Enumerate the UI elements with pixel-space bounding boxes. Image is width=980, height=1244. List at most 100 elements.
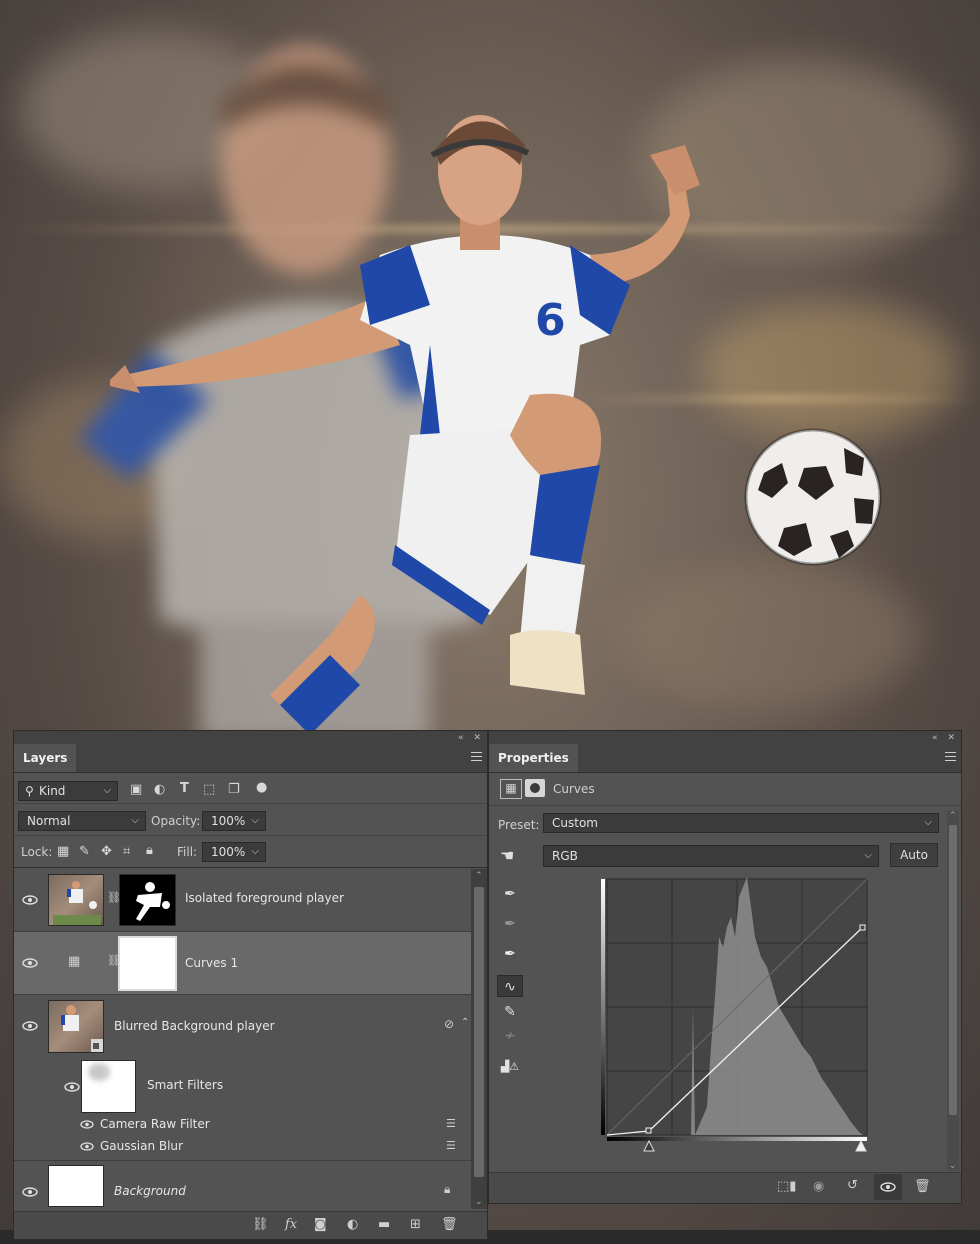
type-layer-filter-icon[interactable]: T [180,781,189,796]
kind-filter-label: Kind [39,784,66,798]
collapse-icon[interactable]: « [458,733,464,743]
trash-icon[interactable]: 🗑︎ [914,1179,931,1194]
lock-transparent-pixels-icon[interactable]: ▦ [57,844,69,859]
lock-all-icon[interactable]: 🔒︎ [146,843,153,858]
chevron-down-icon: ⌵ [924,817,932,828]
layer-mask-thumbnail[interactable] [118,936,177,991]
smooth-curve-icon[interactable]: ≁ [497,1025,523,1047]
scroll-up-icon[interactable]: ⌃ [475,871,483,881]
adjustment-title: Curves [553,782,595,796]
fx-icon[interactable]: fx [285,1217,297,1232]
on-image-adjustment-icon[interactable]: ☚ [500,846,514,865]
panel-menu-icon[interactable] [945,752,956,764]
panel-menu-icon[interactable] [471,752,482,764]
auto-button[interactable]: Auto [890,843,938,867]
scroll-down-icon[interactable]: ⌄ [949,1161,957,1171]
sample-black-point-icon[interactable]: ✒ [497,883,523,905]
layer-name: Gaussian Blur [100,1139,183,1153]
layer-thumbnail [48,874,104,926]
scroll-up-icon[interactable]: ⌃ [949,811,957,821]
tab-layers[interactable]: Layers [14,744,77,772]
layers-scrollbar[interactable]: ⌃ ⌄ [471,869,487,1209]
close-icon[interactable]: ✕ [947,733,955,743]
mask-icon[interactable] [525,779,545,797]
channel-select[interactable]: RGB ⌵ [543,845,879,867]
layers-tab-row: Layers [14,744,487,773]
adjustment-header: ▦ Curves [489,773,961,806]
eye-icon[interactable] [80,1120,96,1130]
lock-image-pixels-icon[interactable]: ✎ [79,844,90,859]
sample-white-point-icon[interactable]: ✒ [497,943,523,965]
sample-gray-point-icon[interactable]: ✒ [497,913,523,935]
layer-name: Blurred Background player [114,1019,275,1033]
smart-filter-options-icon[interactable]: ⊘ [444,1017,454,1031]
close-icon[interactable]: ✕ [473,733,481,743]
properties-tab-row: Properties [489,744,961,773]
opacity-label: Opacity: [151,814,201,828]
pixel-layer-filter-icon[interactable]: ▣ [130,782,142,797]
eye-icon[interactable] [22,1187,38,1197]
new-layer-icon[interactable]: ⊞ [410,1217,421,1232]
chevron-down-icon: ⌵ [103,785,111,796]
pencil-icon[interactable]: ✎ [497,1001,523,1023]
preset-label: Preset: [498,818,540,832]
filter-blending-options-icon[interactable]: ☰ [446,1139,456,1152]
curves-adjustment-icon[interactable]: ▦ [500,779,522,799]
filter-toggle-icon[interactable]: ● [256,780,267,795]
lock-position-icon[interactable]: ✥ [101,844,112,859]
view-previous-state-icon[interactable]: ◉ [813,1179,824,1194]
properties-panel: « ✕ Properties ▦ Curves Preset: Custom ⌵… [488,730,962,1204]
scrollbar-thumb[interactable] [949,825,957,1115]
opacity-field[interactable]: 100% ⌵ [202,811,266,831]
layer-row[interactable]: Background 🔒︎ [14,1161,471,1209]
preset-select[interactable]: Custom ⌵ [543,813,939,833]
chevron-down-icon: ⌵ [251,815,259,826]
properties-scrollbar[interactable]: ⌃ ⌄ [947,811,959,1171]
smart-filters-row[interactable]: Smart Filters [14,1058,471,1114]
curves-graph[interactable] [601,877,871,1157]
lock-row: Lock: ▦ ✎ ✥ ⌗ 🔒︎ Fill: 100% ⌵ [14,837,487,868]
smart-object-filter-icon[interactable]: ❐ [228,782,240,797]
collapse-icon[interactable]: « [932,733,938,743]
eye-icon[interactable] [80,1142,96,1152]
scrollbar-thumb[interactable] [474,887,484,1177]
reset-icon[interactable]: ↺ [847,1178,858,1193]
trash-icon[interactable]: 🗑︎ [441,1217,458,1232]
kind-filter-select[interactable]: ⚲ Kind ⌵ [18,781,118,801]
channel-value: RGB [552,849,578,863]
adjustment-layer-filter-icon[interactable]: ◐ [154,782,165,797]
scroll-down-icon[interactable]: ⌄ [475,1197,483,1207]
filter-row[interactable]: Gaussian Blur ☰ [14,1136,471,1161]
layer-row[interactable]: ⛓︎ Isolated foreground player [14,869,471,932]
chevron-up-icon[interactable]: ⌃ [461,1017,469,1028]
blend-mode-select[interactable]: Normal ⌵ [18,811,146,831]
add-mask-icon[interactable]: ◙ [314,1217,327,1232]
filter-blending-options-icon[interactable]: ☰ [446,1117,456,1130]
svg-text:6: 6 [535,295,566,346]
shape-layer-filter-icon[interactable]: ⬚ [203,782,215,797]
filter-row[interactable]: Camera Raw Filter ☰ [14,1114,471,1136]
layer-mask-thumbnail[interactable] [119,874,176,926]
curves-adjustment-icon: ▦ [68,954,81,969]
layer-row[interactable]: Blurred Background player ⊘ ⌃ [14,995,471,1058]
layer-row[interactable]: ▦ ⛓︎ Curves 1 [14,932,471,995]
eye-icon[interactable] [22,1021,38,1031]
tab-properties[interactable]: Properties [489,744,578,772]
new-group-icon[interactable]: ▬ [378,1217,390,1232]
eye-icon[interactable] [22,958,38,968]
isolated-foreground-player: 6 [110,115,700,735]
clipping-warning-icon[interactable]: ▟⚠ [497,1056,523,1078]
eye-icon[interactable] [64,1082,80,1092]
layer-name: Smart Filters [147,1078,224,1092]
fill-field[interactable]: 100% ⌵ [202,842,266,862]
visibility-toggle-button[interactable] [874,1174,902,1200]
layer-name: Background [114,1184,186,1198]
artboard-lock-icon[interactable]: ⌗ [123,844,130,859]
clip-to-layer-icon[interactable]: ⬚▮ [777,1179,796,1194]
layers-bottom-bar: ⛓︎ fx ◙ ◐ ▬ ⊞ 🗑︎ [14,1211,487,1239]
new-adjustment-icon[interactable]: ◐ [347,1217,358,1232]
curve-points-icon[interactable]: ∿ [497,975,523,997]
smart-filter-mask-thumbnail[interactable] [81,1060,136,1113]
link-layers-icon[interactable]: ⛓︎ [252,1217,269,1232]
eye-icon[interactable] [22,895,38,905]
